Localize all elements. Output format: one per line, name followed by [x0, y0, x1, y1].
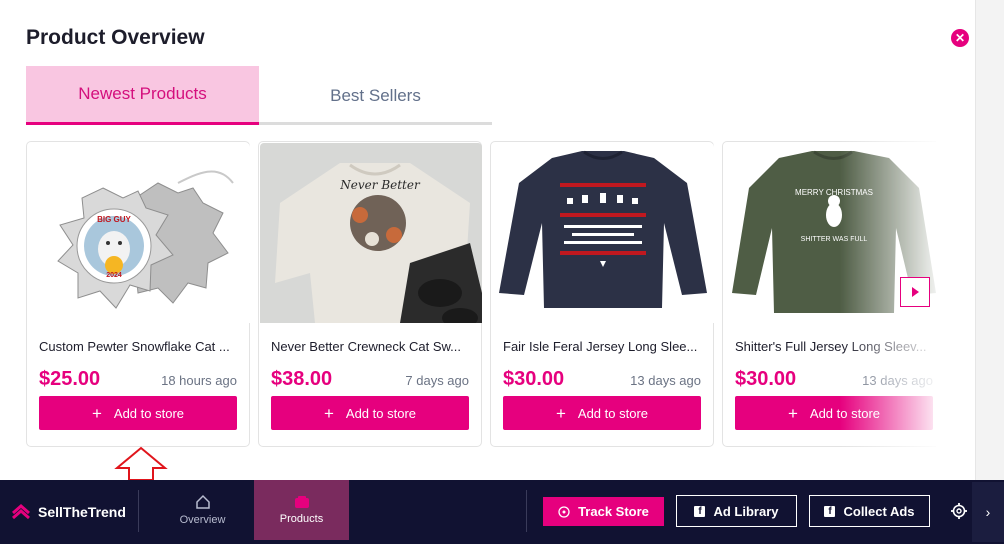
tab-best-sellers[interactable]: Best Sellers [259, 66, 492, 125]
ornament-text-bottom: 2024 [106, 272, 122, 279]
track-store-label: Track Store [578, 504, 649, 519]
products-icon [294, 496, 309, 508]
add-to-store-label: Add to store [809, 405, 881, 421]
track-store-button[interactable]: Track Store [543, 497, 664, 526]
product-name[interactable]: Shitter's Full Jersey Long Sleev... [735, 339, 935, 354]
target-icon [558, 505, 570, 518]
product-image[interactable]: BIG GUY 2024 [28, 143, 250, 323]
facebook-icon: f [824, 505, 836, 517]
nav-overview[interactable]: Overview [155, 480, 250, 540]
divider [138, 490, 139, 532]
close-icon[interactable]: ✕ [951, 29, 969, 47]
sellthetrend-logo[interactable]: SellTheTrend [10, 499, 126, 525]
logo-icon [12, 504, 30, 520]
product-name[interactable]: Never Better Crewneck Cat Sw... [271, 339, 471, 354]
product-age: 18 hours ago [161, 373, 237, 388]
page: Product Overview ✕ Newest Products Best … [0, 0, 1004, 544]
product-overview-panel: Product Overview ✕ Newest Products Best … [0, 0, 975, 481]
product-image[interactable]: Never Better [260, 143, 482, 323]
ad-library-label: Ad Library [713, 503, 779, 519]
add-to-store-button[interactable]: + Add to store [735, 396, 933, 430]
arrow-up-icon [114, 446, 168, 481]
product-age: 13 days ago [630, 373, 701, 388]
product-age: 13 days ago [862, 373, 933, 388]
product-image[interactable] [492, 143, 714, 323]
background-strip [975, 0, 1004, 480]
product-card: BIG GUY 2024 Custom Pewter Snowflake Cat… [26, 141, 250, 447]
product-name[interactable]: Fair Isle Feral Jersey Long Slee... [503, 339, 703, 354]
nav-products-label: Products [279, 513, 324, 525]
product-price: $38.00 [271, 368, 333, 390]
chevron-right-icon[interactable]: › [972, 482, 1004, 542]
ad-library-button[interactable]: f Ad Library [676, 495, 797, 527]
plus-icon: + [323, 403, 334, 423]
nav-products[interactable]: Products [254, 480, 349, 540]
sweater-text-bottom: SHITTER WAS FULL [801, 236, 868, 243]
add-to-store-button[interactable]: + Add to store [39, 396, 237, 430]
product-carousel: BIG GUY 2024 Custom Pewter Snowflake Cat… [26, 141, 936, 447]
add-to-store-button[interactable]: + Add to store [271, 396, 469, 430]
play-right-icon [912, 287, 919, 297]
plus-icon: + [787, 403, 798, 423]
add-to-store-label: Add to store [345, 405, 417, 421]
tab-bar: Newest Products Best Sellers [26, 66, 492, 125]
product-price: $30.00 [503, 368, 565, 390]
carousel-next-button[interactable] [900, 277, 930, 307]
product-card: Fair Isle Feral Jersey Long Slee... $30.… [490, 141, 714, 447]
crewneck-text: Never Better [339, 178, 421, 192]
home-icon [195, 494, 210, 509]
add-to-store-button[interactable]: + Add to store [503, 396, 701, 430]
facebook-icon: f [694, 505, 706, 517]
collect-ads-label: Collect Ads [843, 503, 915, 519]
nav-overview-label: Overview [179, 514, 226, 526]
product-price: $30.00 [735, 368, 797, 390]
plus-icon: + [91, 403, 102, 423]
add-to-store-label: Add to store [113, 405, 185, 421]
gear-icon[interactable] [950, 502, 968, 520]
divider [526, 490, 527, 532]
product-age: 7 days ago [405, 373, 469, 388]
panel-title: Product Overview [26, 26, 205, 49]
plus-icon: + [555, 403, 566, 423]
ornament-text-top: BIG GUY [97, 215, 131, 224]
collect-ads-button[interactable]: f Collect Ads [809, 495, 930, 527]
product-card: Never Better Never Better Crewneck Cat S… [258, 141, 482, 447]
add-to-store-label: Add to store [577, 405, 649, 421]
product-price: $25.00 [39, 368, 101, 390]
tab-newest-products[interactable]: Newest Products [26, 66, 259, 125]
product-name[interactable]: Custom Pewter Snowflake Cat ... [39, 339, 239, 354]
logo-text: SellTheTrend [38, 504, 126, 520]
